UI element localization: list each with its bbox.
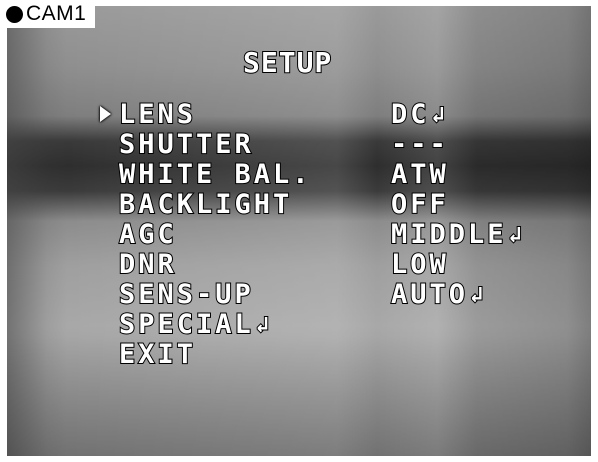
menu-item-label-text: WHITE BAL. bbox=[118, 159, 312, 191]
enter-arrow-icon: ↲ bbox=[255, 312, 270, 339]
menu-item-label-text: AGC bbox=[118, 219, 177, 251]
menu-item-label: SPECIAL↲ bbox=[118, 309, 270, 341]
menu-item-agc[interactable]: AGC MIDDLE↲ bbox=[100, 219, 560, 251]
menu-item-label: AGC bbox=[118, 219, 177, 251]
enter-arrow-icon: ↲ bbox=[508, 222, 523, 249]
menu-item-label: BACKLIGHT bbox=[118, 189, 293, 221]
menu-item-value-text: DC bbox=[390, 99, 430, 131]
menu-item-value[interactable]: MIDDLE↲ bbox=[390, 219, 523, 251]
menu-item-label-text: EXIT bbox=[118, 339, 197, 371]
menu-item-value-text: OFF bbox=[390, 189, 449, 221]
menu-item-label: DNR bbox=[118, 249, 177, 281]
menu-item-label: LENS bbox=[118, 99, 197, 131]
menu-item-label: SHUTTER bbox=[118, 129, 254, 161]
enter-arrow-icon: ↲ bbox=[469, 282, 484, 309]
menu-item-label-text: DNR bbox=[118, 249, 177, 281]
menu-item-value[interactable]: DC↲ bbox=[390, 99, 446, 131]
menu-item-lens[interactable]: LENS DC↲ bbox=[100, 99, 560, 131]
menu-item-value[interactable]: OFF bbox=[390, 189, 449, 221]
menu-item-value-text: MIDDLE bbox=[390, 219, 507, 251]
setup-menu: LENS DC↲ SHUTTER --- WHITE BAL. ATW BACKLIGHT O… bbox=[100, 99, 560, 371]
menu-item-label-text: LENS bbox=[118, 99, 197, 131]
menu-item-exit[interactable]: EXIT bbox=[100, 339, 560, 371]
menu-item-value-text: AUTO bbox=[390, 279, 469, 311]
menu-item-value-text: --- bbox=[390, 129, 449, 161]
menu-item-backlight[interactable]: BACKLIGHT OFF bbox=[100, 189, 560, 221]
menu-item-label: EXIT bbox=[118, 339, 197, 371]
menu-item-value-text: LOW bbox=[390, 249, 449, 281]
menu-item-value[interactable]: --- bbox=[390, 129, 449, 161]
menu-item-label-text: BACKLIGHT bbox=[118, 189, 293, 221]
camera-name: CAM1 bbox=[26, 2, 87, 25]
menu-item-label: WHITE BAL. bbox=[118, 159, 312, 191]
menu-item-label-text: SENS-UP bbox=[118, 279, 254, 311]
menu-item-label: SENS-UP bbox=[118, 279, 254, 311]
menu-item-special[interactable]: SPECIAL↲ bbox=[100, 309, 560, 341]
menu-item-white-bal[interactable]: WHITE BAL. ATW bbox=[100, 159, 560, 191]
menu-item-shutter[interactable]: SHUTTER --- bbox=[100, 129, 560, 161]
menu-item-value[interactable]: ATW bbox=[390, 159, 449, 191]
record-dot-icon bbox=[6, 5, 23, 23]
selection-pointer-icon bbox=[100, 106, 111, 122]
menu-item-value[interactable]: LOW bbox=[390, 249, 449, 281]
menu-item-label-text: SPECIAL bbox=[118, 309, 254, 341]
menu-item-dnr[interactable]: DNR LOW bbox=[100, 249, 560, 281]
camera-label: CAM1 bbox=[0, 0, 95, 28]
menu-item-sens-up[interactable]: SENS-UP AUTO↲ bbox=[100, 279, 560, 311]
menu-title: SETUP bbox=[242, 45, 333, 80]
menu-item-value[interactable]: AUTO↲ bbox=[390, 279, 484, 311]
menu-item-label-text: SHUTTER bbox=[118, 129, 254, 161]
menu-item-value-text: ATW bbox=[390, 159, 449, 191]
enter-arrow-icon: ↲ bbox=[430, 102, 445, 129]
